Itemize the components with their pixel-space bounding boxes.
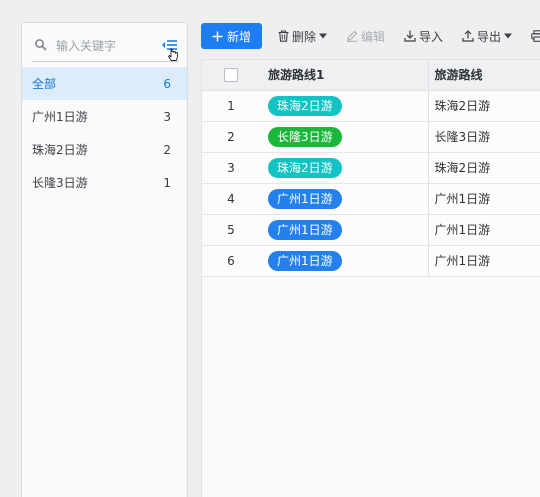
import-button-label: 导入: [419, 29, 444, 44]
group-item-count: 6: [163, 76, 171, 91]
column-header-route1[interactable]: 旅游路线1: [260, 60, 429, 91]
pencil-icon: [347, 30, 358, 42]
route-tag: 珠海2日游: [268, 95, 342, 116]
route1-cell[interactable]: 广州1日游: [260, 183, 429, 215]
plus-icon: [212, 31, 223, 41]
add-button-label: 新增: [226, 29, 251, 44]
select-all-checkbox[interactable]: [224, 68, 238, 82]
collapse-list-icon[interactable]: [160, 37, 180, 63]
table-body: 1 珠海2日游 珠海2日游 2 长隆3日游 长隆3日游 3 珠海2日游 珠海2日…: [202, 90, 540, 277]
group-item-label: 珠海2日游: [32, 143, 88, 157]
row-index: 2: [202, 121, 260, 153]
route-tag: 珠海2日游: [268, 157, 342, 178]
group-item-all[interactable]: 全部 6: [22, 67, 187, 100]
add-button[interactable]: 新增: [201, 23, 262, 49]
data-table: 旅游路线1 旅游路线 1 珠海2日游 珠海2日游 2 长隆3日游 长隆3日游 3…: [201, 59, 540, 497]
table-row[interactable]: 6 广州1日游 广州1日游: [202, 245, 540, 277]
row-index: 5: [202, 214, 260, 246]
caret-down-icon: [504, 33, 513, 39]
group-item-guangzhou[interactable]: 广州1日游 3: [22, 100, 187, 133]
group-item-zhuhai[interactable]: 珠海2日游 2: [22, 133, 187, 166]
route-cell[interactable]: 广州1日游: [428, 245, 540, 277]
group-item-label: 广州1日游: [32, 110, 88, 124]
toolbar: 新增 删除 编辑 导入 导出: [201, 23, 540, 49]
route1-cell[interactable]: 广州1日游: [260, 214, 429, 246]
search-icon: [35, 39, 47, 51]
row-index: 4: [202, 183, 260, 215]
row-index: 1: [202, 90, 260, 122]
route-cell[interactable]: 长隆3日游: [428, 121, 540, 153]
table-row[interactable]: 4 广州1日游 广州1日游: [202, 183, 540, 215]
row-index: 6: [202, 245, 260, 277]
edit-button-label: 编辑: [361, 29, 386, 44]
route-cell[interactable]: 广州1日游: [428, 214, 540, 246]
group-item-count: 2: [163, 142, 171, 157]
group-list: 全部 6 广州1日游 3 珠海2日游 2 长隆3日游 1: [22, 67, 187, 199]
route1-cell[interactable]: 长隆3日游: [260, 121, 429, 153]
search-input[interactable]: [56, 36, 156, 56]
group-panel: 全部 6 广州1日游 3 珠海2日游 2 长隆3日游 1: [21, 22, 188, 497]
group-item-changlong[interactable]: 长隆3日游 1: [22, 166, 187, 199]
route-cell[interactable]: 广州1日游: [428, 183, 540, 215]
column-header-route[interactable]: 旅游路线: [428, 60, 540, 91]
route1-cell[interactable]: 珠海2日游: [260, 90, 429, 122]
upload-icon: [462, 30, 474, 42]
route-cell[interactable]: 珠海2日游: [428, 90, 540, 122]
export-button[interactable]: 导出: [462, 23, 513, 49]
route-tag: 广州1日游: [268, 250, 342, 271]
route1-cell[interactable]: 珠海2日游: [260, 152, 429, 184]
caret-down-icon: [319, 33, 328, 39]
group-item-label: 全部: [32, 77, 57, 91]
trash-icon: [278, 30, 289, 42]
table-header-row: 旅游路线1 旅游路线: [202, 60, 540, 91]
delete-button-label: 删除: [292, 29, 317, 44]
group-item-count: 1: [163, 175, 171, 190]
route-tag: 长隆3日游: [268, 126, 342, 147]
export-button-label: 导出: [477, 29, 502, 44]
import-button[interactable]: 导入: [404, 23, 443, 49]
search-box: [32, 32, 179, 62]
edit-button[interactable]: 编辑: [346, 23, 385, 49]
select-all-cell: [202, 60, 260, 91]
delete-button[interactable]: 删除: [278, 23, 328, 49]
table-row[interactable]: 3 珠海2日游 珠海2日游: [202, 152, 540, 184]
route-tag: 广州1日游: [268, 219, 342, 240]
print-button[interactable]: [531, 23, 540, 49]
route-tag: 广州1日游: [268, 188, 342, 209]
group-item-count: 3: [163, 109, 171, 124]
route-cell[interactable]: 珠海2日游: [428, 152, 540, 184]
row-index: 3: [202, 152, 260, 184]
group-item-label: 长隆3日游: [32, 176, 88, 190]
table-row[interactable]: 5 广州1日游 广州1日游: [202, 214, 540, 246]
table-row[interactable]: 2 长隆3日游 长隆3日游: [202, 121, 540, 153]
table-row[interactable]: 1 珠海2日游 珠海2日游: [202, 90, 540, 122]
printer-icon: [531, 30, 540, 42]
route1-cell[interactable]: 广州1日游: [260, 245, 429, 277]
download-icon: [404, 30, 416, 42]
